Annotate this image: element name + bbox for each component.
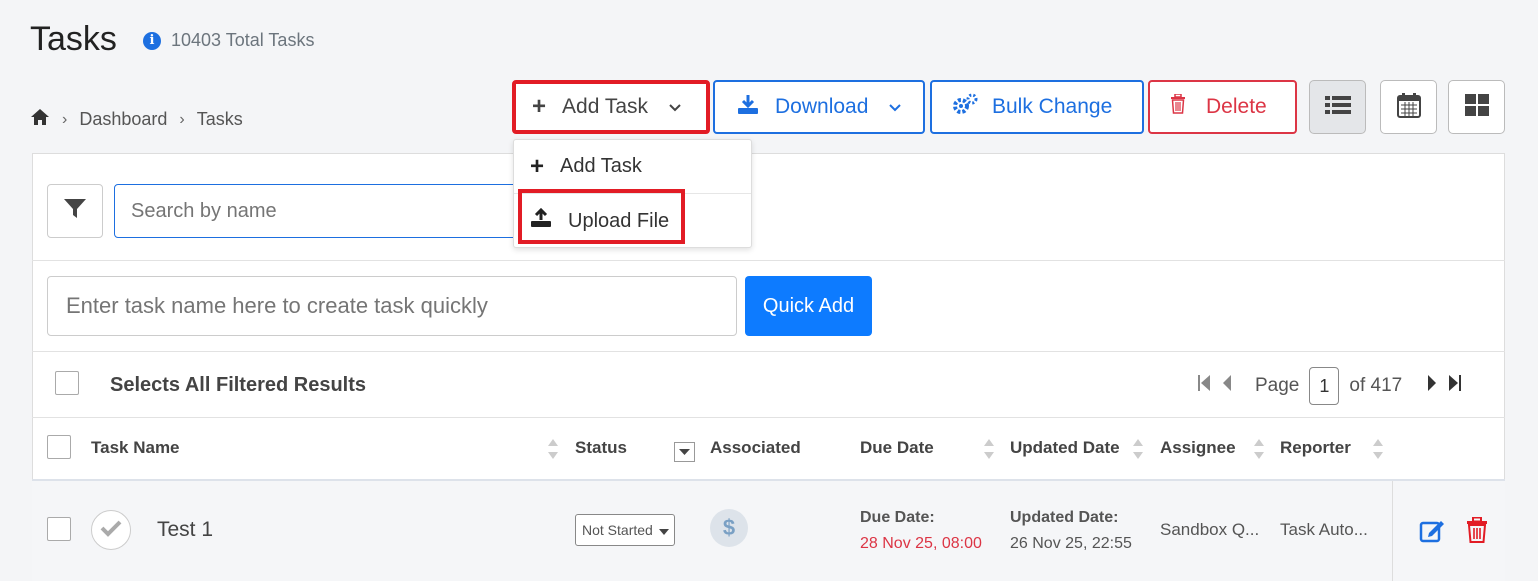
total-tasks-label: 10403 Total Tasks — [171, 30, 315, 50]
complete-task-toggle[interactable] — [91, 510, 131, 550]
download-label: Download — [775, 95, 869, 118]
chevron-right-icon: › — [179, 110, 185, 128]
divider — [32, 417, 1505, 418]
chevron-down-icon — [668, 95, 682, 119]
breadcrumb-dashboard[interactable]: Dashboard — [79, 109, 167, 130]
bulk-change-button[interactable]: Bulk Change — [930, 80, 1144, 134]
divider — [32, 351, 1505, 352]
first-page-icon[interactable] — [1197, 374, 1211, 398]
column-assignee[interactable]: Assignee — [1160, 438, 1236, 458]
header-checkbox[interactable] — [47, 435, 71, 459]
breadcrumb-tasks: Tasks — [196, 109, 243, 129]
column-reporter[interactable]: Reporter — [1280, 438, 1351, 458]
dollar-icon[interactable]: $ — [710, 509, 748, 547]
delete-button[interactable]: Delete — [1148, 80, 1297, 134]
updated-date-label: Updated Date: — [1010, 509, 1119, 526]
page-label: Page — [1255, 375, 1300, 396]
column-updated-date[interactable]: Updated Date — [1010, 438, 1120, 458]
trash-icon — [1170, 93, 1186, 120]
total-tasks: i 10403 Total Tasks — [143, 30, 314, 51]
sort-icon[interactable] — [1372, 438, 1384, 465]
page-number-input[interactable]: 1 — [1309, 367, 1340, 405]
last-page-icon[interactable] — [1448, 374, 1462, 398]
filter-icon — [63, 198, 87, 225]
column-associated: Associated — [710, 438, 801, 457]
column-due-date[interactable]: Due Date — [860, 438, 934, 458]
prev-page-icon[interactable] — [1221, 374, 1233, 398]
filter-button[interactable] — [47, 184, 103, 238]
list-icon — [1324, 95, 1351, 120]
download-icon — [737, 93, 759, 121]
page-count: of 417 — [1349, 375, 1403, 396]
menu-item-label: Add Task — [560, 155, 642, 177]
sort-icon[interactable] — [547, 438, 559, 465]
list-view-button[interactable] — [1309, 80, 1366, 134]
caret-down-icon — [658, 522, 669, 538]
quick-add-input[interactable] — [47, 276, 737, 336]
status-select[interactable]: Not Started — [575, 514, 675, 546]
select-all-checkbox[interactable] — [55, 371, 79, 395]
page-title: Tasks — [30, 20, 117, 58]
task-name[interactable]: Test 1 — [157, 518, 213, 542]
add-task-label: Add Task — [562, 95, 649, 118]
bulk-change-label: Bulk Change — [992, 95, 1113, 118]
quick-add-button[interactable]: Quick Add — [745, 276, 872, 336]
download-button[interactable]: Download — [713, 80, 925, 134]
sort-icon[interactable] — [983, 438, 995, 465]
chevron-down-icon — [888, 95, 902, 119]
next-page-icon[interactable] — [1426, 374, 1438, 398]
row-checkbox[interactable] — [47, 517, 71, 541]
chevron-right-icon: › — [62, 110, 68, 128]
actions-divider — [1392, 481, 1393, 581]
edit-icon[interactable] — [1419, 517, 1447, 548]
sort-icon[interactable] — [1132, 438, 1144, 465]
add-task-button[interactable]: + Add Task — [512, 80, 710, 134]
column-task-name[interactable]: Task Name — [91, 438, 180, 458]
check-icon — [100, 519, 122, 542]
select-all-label: Selects All Filtered Results — [110, 374, 367, 396]
upload-file-highlight — [518, 189, 685, 244]
updated-date-value: 26 Nov 25, 22:55 — [1010, 535, 1132, 552]
breadcrumb: › Dashboard › Tasks — [30, 108, 243, 131]
reporter-value: Task Auto... — [1280, 520, 1368, 539]
calendar-view-button[interactable] — [1380, 80, 1437, 134]
due-date-label: Due Date: — [860, 509, 935, 526]
delete-label: Delete — [1206, 95, 1267, 118]
sort-icon[interactable] — [1253, 438, 1265, 465]
calendar-icon — [1396, 92, 1421, 123]
info-icon: i — [143, 31, 161, 50]
menu-item-add-task[interactable]: + Add Task — [514, 140, 751, 194]
assignee-value: Sandbox Q... — [1160, 520, 1260, 539]
divider — [32, 260, 1505, 261]
plus-icon: + — [532, 93, 547, 120]
search-input[interactable] — [114, 184, 534, 238]
column-status[interactable]: Status — [575, 438, 627, 458]
status-filter-dropdown[interactable] — [674, 442, 695, 467]
pager: Page 1 of 417 — [1197, 366, 1462, 406]
trash-icon[interactable] — [1466, 516, 1488, 548]
gears-icon — [952, 93, 978, 121]
grid-view-button[interactable] — [1448, 80, 1505, 134]
home-icon[interactable] — [30, 108, 50, 131]
due-date-value: 28 Nov 25, 08:00 — [860, 535, 982, 552]
grid-icon — [1464, 93, 1489, 121]
plus-icon: + — [530, 152, 545, 180]
status-value: Not Started — [582, 522, 653, 538]
